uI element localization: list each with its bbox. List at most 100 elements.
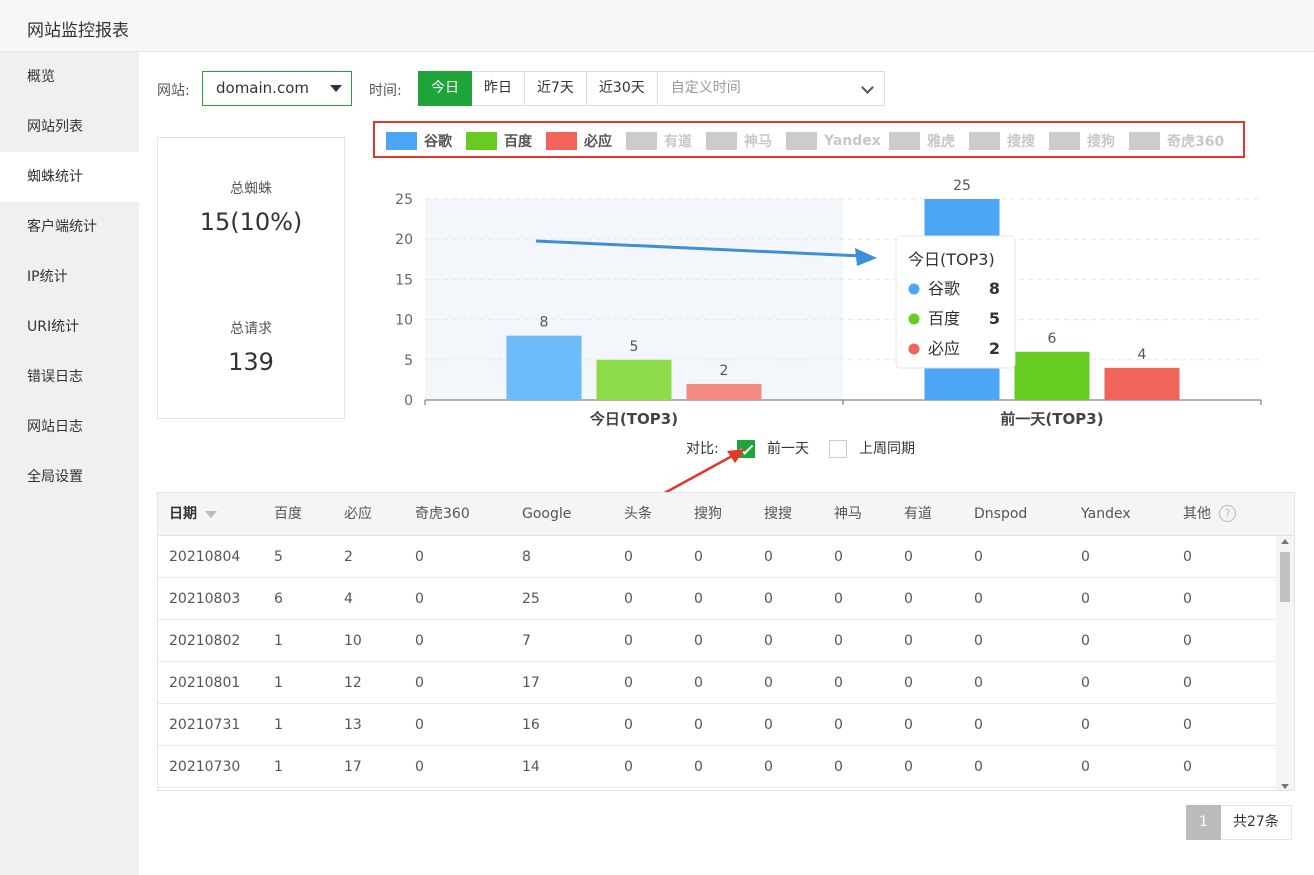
sidebar-item-site-list[interactable]: 网站列表 <box>0 102 139 152</box>
table-cell: 0 <box>834 717 843 733</box>
legend-label: 有道 <box>664 134 692 150</box>
table-cell: 0 <box>974 549 983 565</box>
table-cell: 20210802 <box>169 633 241 649</box>
legend-item[interactable]: 雅虎 <box>889 132 955 150</box>
table-cell: 0 <box>764 759 773 775</box>
table-cell: 8 <box>522 549 531 565</box>
legend-item[interactable]: 神马 <box>706 132 772 150</box>
legend-item[interactable]: 搜狗 <box>1049 132 1115 150</box>
column-header: 奇虎360 <box>415 506 470 522</box>
sidebar: 概览 网站列表 蜘蛛统计 客户端统计 IP统计 URI统计 错误日志 网站日志 … <box>0 52 139 875</box>
legend-label: 搜狗 <box>1087 134 1115 150</box>
table-cell: 0 <box>1183 549 1192 565</box>
table-cell: 0 <box>1081 759 1090 775</box>
help-icon[interactable]: ? <box>1219 505 1236 522</box>
site-select[interactable]: domain.com <box>202 71 352 106</box>
sidebar-item-error-log[interactable]: 错误日志 <box>0 352 139 402</box>
column-header: 搜搜 <box>764 506 792 522</box>
column-header: 搜狗 <box>694 506 722 522</box>
site-select-value: domain.com <box>216 79 309 97</box>
page-title: 网站监控报表 <box>27 21 129 41</box>
table-cell: 0 <box>904 717 913 733</box>
table-cell: 12 <box>344 675 362 691</box>
table-cell: 0 <box>764 675 773 691</box>
legend-swatch <box>969 132 1000 150</box>
table-cell: 0 <box>764 633 773 649</box>
tooltip-dot <box>908 343 920 355</box>
column-header: Yandex <box>1081 506 1131 522</box>
column-header: 头条 <box>624 506 652 522</box>
legend-swatch <box>1129 132 1160 150</box>
table-cell: 20210801 <box>169 675 241 691</box>
sidebar-item-client-stats[interactable]: 客户端统计 <box>0 202 139 252</box>
tooltip-dot <box>908 313 920 325</box>
table-scrollbar[interactable] <box>1276 536 1294 790</box>
table-cell: 16 <box>522 717 540 733</box>
table-cell: 0 <box>764 717 773 733</box>
legend-item[interactable]: 谷歌 <box>386 132 452 150</box>
total-spider-value: 15(10%) <box>199 208 303 236</box>
legend-item[interactable]: 必应 <box>546 132 612 150</box>
sidebar-item-ip-stats[interactable]: IP统计 <box>0 252 139 302</box>
page-number-button[interactable]: 1 <box>1186 805 1221 840</box>
table-cell: 1 <box>274 675 283 691</box>
bar-1-1 <box>1014 351 1090 400</box>
scrollbar-thumb[interactable] <box>1280 552 1290 602</box>
sidebar-item-global-settings[interactable]: 全局设置 <box>0 452 139 502</box>
tooltip-series-value: 8 <box>989 279 1000 298</box>
time-range-group: 今日 昨日 近7天 近30天 自定义时间 <box>418 71 885 106</box>
custom-time-placeholder: 自定义时间 <box>670 80 741 96</box>
table-cell: 0 <box>1081 633 1090 649</box>
sidebar-item-overview[interactable]: 概览 <box>0 52 139 102</box>
time-7days-button[interactable]: 近7天 <box>525 71 587 106</box>
sort-down-icon[interactable] <box>205 511 217 518</box>
total-request-label: 总请求 <box>230 321 272 337</box>
compare-prev-day-label[interactable]: 前一天 <box>767 438 809 458</box>
chart-legend: 谷歌 百度 必应 有道 神马 Yandex 雅虎 搜搜 搜狗 奇虎360 <box>373 121 1245 158</box>
time-today-button[interactable]: 今日 <box>418 71 472 106</box>
scroll-up-icon[interactable] <box>1281 539 1289 544</box>
table-cell: 2 <box>344 549 353 565</box>
table-cell: 0 <box>904 549 913 565</box>
table-cell: 20210731 <box>169 717 241 733</box>
table-cell: 17 <box>522 675 540 691</box>
bar-1-0 <box>596 359 672 400</box>
table-cell: 0 <box>694 591 703 607</box>
legend-item[interactable]: 搜搜 <box>969 132 1035 150</box>
legend-item[interactable]: 百度 <box>466 132 532 150</box>
y-tick-label: 10 <box>395 313 413 329</box>
scroll-down-icon[interactable] <box>1281 784 1289 789</box>
time-30days-button[interactable]: 近30天 <box>586 71 658 106</box>
compare-last-week-checkbox[interactable] <box>829 440 847 458</box>
column-header: Google <box>522 506 572 522</box>
table-row: 20210731 1 13 0 16 0 0 0 0 0 0 0 0 <box>158 704 1278 746</box>
table-cell: 0 <box>834 591 843 607</box>
legend-label: 奇虎360 <box>1167 134 1225 150</box>
compare-last-week-label[interactable]: 上周同期 <box>859 438 915 458</box>
column-header: 有道 <box>904 506 932 522</box>
legend-item[interactable]: 奇虎360 <box>1129 132 1224 150</box>
table-cell: 1 <box>274 633 283 649</box>
tooltip-series-name: 谷歌 <box>928 279 960 298</box>
legend-swatch <box>706 132 737 150</box>
sidebar-item-uri-stats[interactable]: URI统计 <box>0 302 139 352</box>
table-cell: 0 <box>974 759 983 775</box>
time-yesterday-button[interactable]: 昨日 <box>472 71 525 106</box>
legend-label: 必应 <box>584 134 612 150</box>
table-cell: 6 <box>274 591 283 607</box>
legend-item[interactable]: 有道 <box>626 132 692 150</box>
total-spider-label: 总蜘蛛 <box>230 181 272 197</box>
tooltip-series-name: 百度 <box>928 309 960 328</box>
sidebar-item-spider-stats[interactable]: 蜘蛛统计 <box>0 152 139 202</box>
column-header: Dnspod <box>974 506 1028 522</box>
y-tick-label: 20 <box>395 232 413 248</box>
table-cell: 25 <box>522 591 540 607</box>
custom-time-picker[interactable]: 自定义时间 <box>657 71 885 106</box>
column-header[interactable]: 日期 <box>169 493 197 536</box>
table-cell: 0 <box>1183 759 1192 775</box>
table-cell: 5 <box>274 549 283 565</box>
bar-value-label: 25 <box>953 178 971 194</box>
sidebar-item-site-log[interactable]: 网站日志 <box>0 402 139 452</box>
chevron-down-icon <box>860 81 874 94</box>
legend-item[interactable]: Yandex <box>786 132 881 150</box>
